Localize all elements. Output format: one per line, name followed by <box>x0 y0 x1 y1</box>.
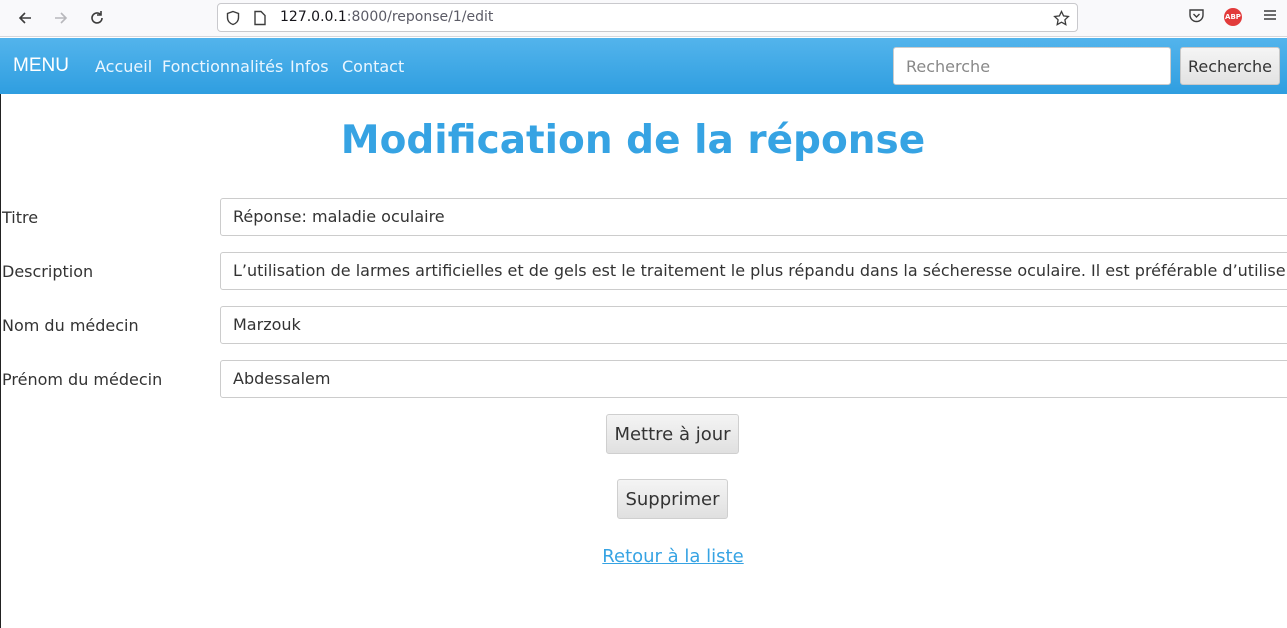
navbar-brand[interactable]: MENU <box>13 55 69 77</box>
browser-toolbar: 127.0.0.1:8000/reponse/1/edit ABP <box>0 0 1287 37</box>
nav-link-infos[interactable]: Infos <box>290 57 329 76</box>
page-title: Modification de la réponse <box>340 118 926 163</box>
menu-icon[interactable] <box>1262 7 1278 27</box>
titre-label: Titre <box>2 208 39 227</box>
search-button[interactable]: Recherche <box>1180 47 1280 85</box>
pocket-icon[interactable] <box>1188 7 1205 28</box>
prenom-medecin-input[interactable]: Abdessalem <box>220 360 1287 398</box>
star-icon[interactable] <box>1053 9 1070 31</box>
description-input[interactable]: L’utilisation de larmes artificielles et… <box>220 252 1287 290</box>
delete-button[interactable]: Supprimer <box>617 479 728 519</box>
update-button[interactable]: Mettre à jour <box>606 414 739 454</box>
back-to-list-link[interactable]: Retour à la liste <box>0 546 1287 567</box>
url-text[interactable]: 127.0.0.1:8000/reponse/1/edit <box>280 9 493 25</box>
reload-icon[interactable] <box>84 5 110 31</box>
url-path: :8000/reponse/1/edit <box>346 9 494 25</box>
shield-icon[interactable] <box>225 10 241 30</box>
forward-icon[interactable] <box>48 5 74 31</box>
url-bar[interactable]: 127.0.0.1:8000/reponse/1/edit <box>217 3 1078 32</box>
back-icon[interactable] <box>12 5 38 31</box>
titre-input[interactable]: Réponse: maladie oculaire <box>220 198 1287 236</box>
nom-medecin-label: Nom du médecin <box>2 316 139 335</box>
nav-link-fonctionnalites[interactable]: Fonctionnalités <box>162 57 283 76</box>
nav-link-contact[interactable]: Contact <box>342 57 404 76</box>
description-label: Description <box>2 262 94 281</box>
search-input[interactable] <box>893 47 1171 85</box>
url-host: 127.0.0.1 <box>280 9 347 25</box>
nom-medecin-input[interactable]: Marzouk <box>220 306 1287 344</box>
prenom-medecin-label: Prénom du médecin <box>2 370 163 389</box>
site-navbar: MENU Accueil Fonctionnalités Infos Conta… <box>0 38 1287 94</box>
nav-link-accueil[interactable]: Accueil <box>95 57 152 76</box>
page-icon[interactable] <box>253 10 267 30</box>
abp-icon[interactable]: ABP <box>1224 8 1242 26</box>
